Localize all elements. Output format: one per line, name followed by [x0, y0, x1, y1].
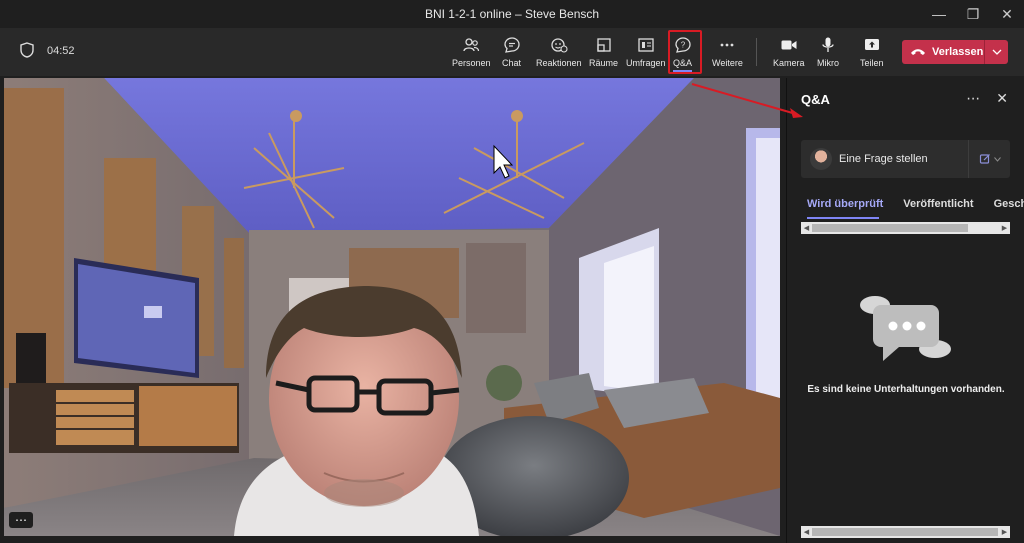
mic-icon: [822, 37, 834, 52]
empty-conversation-icon: [860, 296, 951, 361]
panel-more-button[interactable]: ⋯: [966, 90, 980, 107]
call-timer: 04:52: [47, 45, 75, 57]
more-label: Weitere: [712, 58, 743, 68]
maximize-button[interactable]: ❐: [956, 0, 990, 28]
panel-title: Q&A: [801, 92, 830, 107]
camera-button[interactable]: Kamera: [773, 36, 805, 72]
qa-panel: Q&A ⋯ ✕ Eine Frage stellen Wird überprüf…: [786, 78, 1024, 543]
minimize-button[interactable]: —: [922, 0, 956, 28]
toolbar-divider: [756, 38, 757, 66]
panel-bottom-scrollbar[interactable]: ◀ ▶: [801, 526, 1010, 538]
panel-controls: ⋯ ✕: [966, 90, 1008, 107]
reactions-icon: [551, 38, 568, 53]
mic-button[interactable]: Mikro: [817, 36, 839, 72]
rooms-icon: [596, 38, 611, 52]
window-title: BNI 1-2-1 online – Steve Bensch: [424, 7, 600, 21]
reactions-label: Reaktionen: [536, 58, 582, 68]
video-feed-image: [4, 78, 780, 536]
leave-button[interactable]: Verlassen: [902, 40, 984, 64]
rooms-button[interactable]: Räume: [589, 36, 618, 72]
chat-button[interactable]: Chat: [502, 36, 521, 72]
leave-label: Verlassen: [932, 46, 984, 58]
scrollbar-thumb[interactable]: [812, 224, 968, 232]
mic-label: Mikro: [817, 58, 839, 68]
shield-icon: [20, 42, 34, 58]
polls-label: Umfragen: [626, 58, 666, 68]
more-button[interactable]: Weitere: [712, 36, 743, 72]
share-label: Teilen: [860, 58, 884, 68]
avatar: [810, 148, 832, 170]
rooms-label: Räume: [589, 58, 619, 68]
people-label: Personen: [452, 58, 491, 68]
scrollbar-thumb[interactable]: [812, 528, 998, 536]
camera-label: Kamera: [773, 58, 805, 68]
scroll-right-icon[interactable]: ▶: [999, 222, 1010, 234]
share-icon: [864, 39, 879, 50]
ask-question-box[interactable]: Eine Frage stellen: [801, 140, 1010, 178]
leave-button-group: Verlassen: [902, 40, 1008, 64]
ask-question-label: Eine Frage stellen: [839, 153, 928, 165]
compose-icon: [979, 154, 990, 164]
chat-label: Chat: [502, 58, 522, 68]
qa-highlight-box: [668, 30, 702, 74]
polls-icon: [638, 38, 654, 52]
qa-tabs: Wird überprüft Veröffentlicht Gesch: [807, 198, 1024, 210]
question-options-button[interactable]: [968, 140, 1010, 178]
video-stage: [4, 78, 780, 536]
more-icon: [721, 43, 734, 47]
scroll-left-icon[interactable]: ◀: [801, 222, 812, 234]
panel-close-button[interactable]: ✕: [996, 90, 1008, 107]
active-tab-indicator: [807, 217, 879, 219]
share-button[interactable]: Teilen: [860, 36, 884, 72]
chevron-down-icon: [992, 49, 1001, 55]
title-bar: BNI 1-2-1 online – Steve Bensch — ❐ ✕: [0, 0, 1024, 28]
camera-icon: [781, 40, 797, 50]
polls-button[interactable]: Umfragen: [626, 36, 666, 72]
chat-icon: [503, 37, 520, 53]
scroll-left-icon[interactable]: ◀: [801, 526, 812, 538]
close-button[interactable]: ✕: [990, 0, 1024, 28]
tab-under-review[interactable]: Wird überprüft: [807, 198, 883, 210]
reactions-button[interactable]: Reaktionen: [536, 36, 582, 72]
tab-closed[interactable]: Gesch: [994, 198, 1024, 210]
scroll-right-icon[interactable]: ▶: [999, 526, 1010, 538]
leave-options-button[interactable]: [985, 49, 1008, 55]
video-options-button[interactable]: ⋯: [9, 512, 33, 528]
chevron-down-icon: [993, 156, 1001, 162]
empty-state-message: Es sind keine Unterhaltungen vorhanden.: [807, 384, 1005, 395]
hangup-icon: [911, 49, 925, 55]
people-button[interactable]: Personen: [452, 36, 491, 72]
window-controls: — ❐ ✕: [922, 0, 1024, 28]
tab-published[interactable]: Veröffentlicht: [903, 198, 973, 210]
people-icon: [463, 38, 480, 52]
tabs-scrollbar[interactable]: ◀ ▶: [801, 222, 1010, 234]
